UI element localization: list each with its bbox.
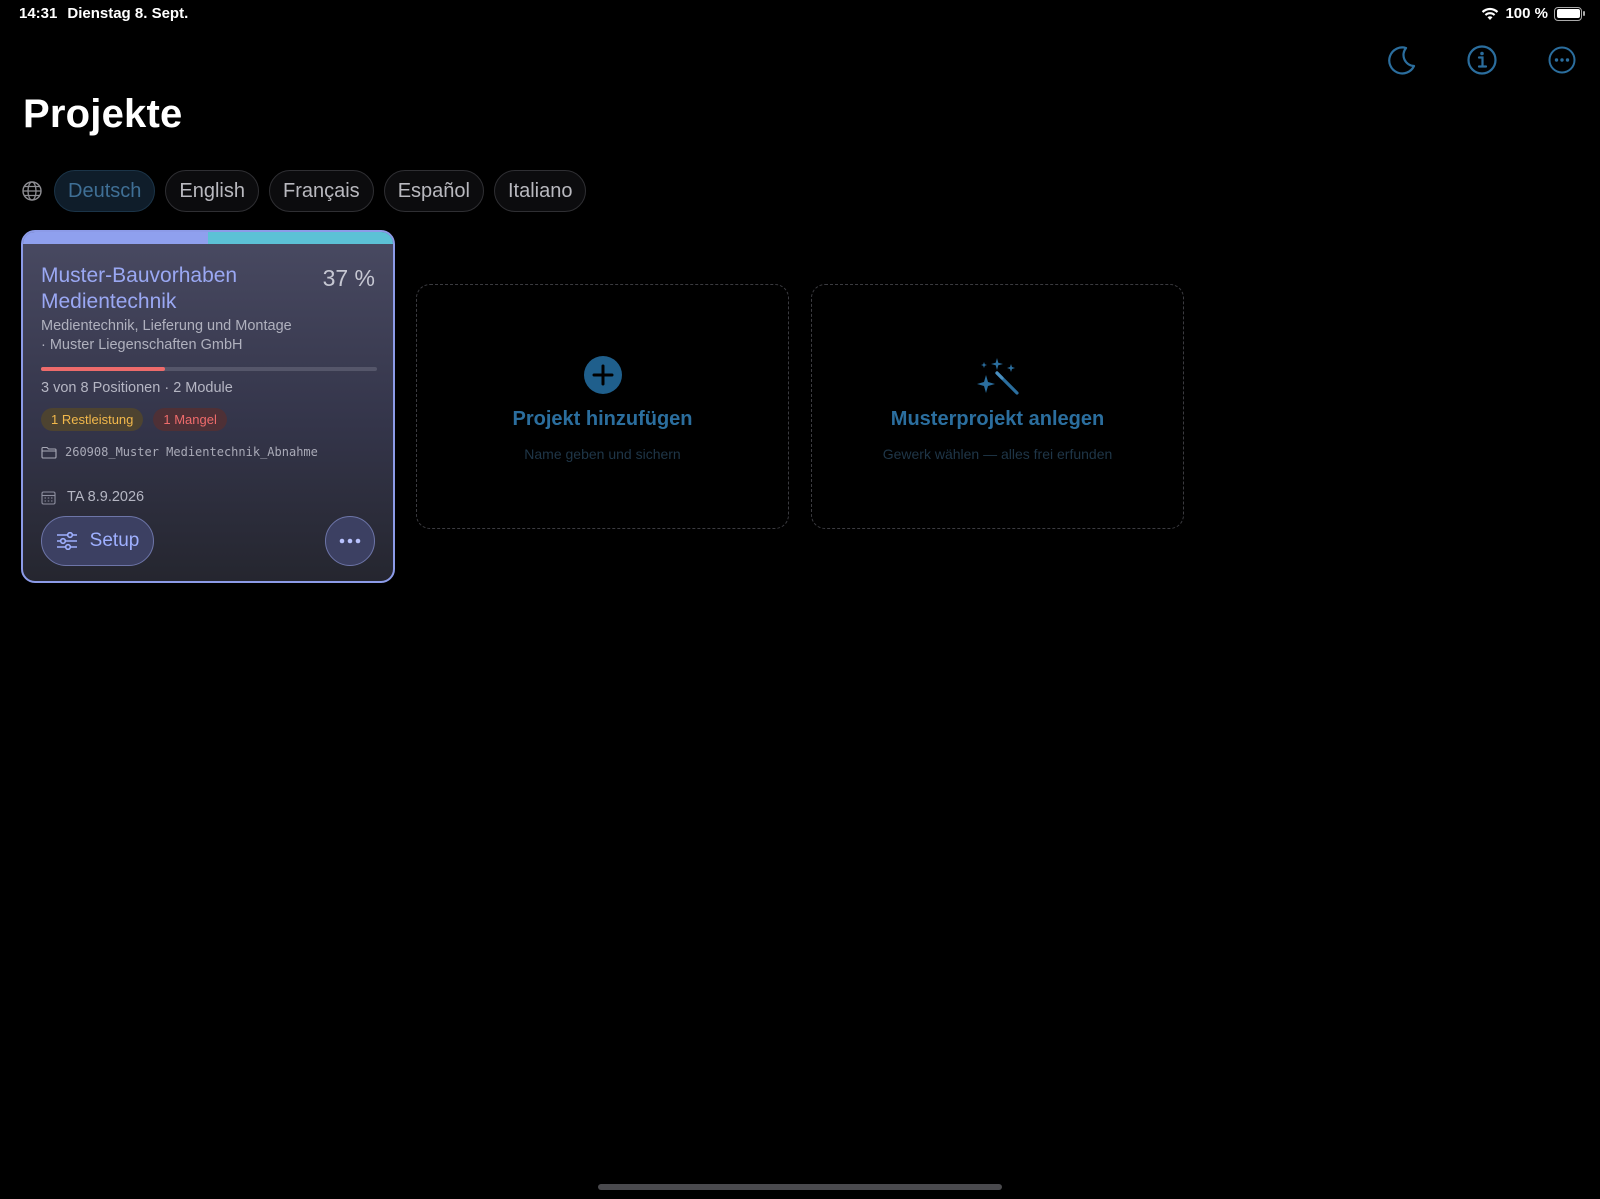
status-right: 100 % [1481,5,1585,22]
badge-mangel[interactable]: 1 Mangel [153,408,227,431]
project-more-button[interactable] [325,516,375,566]
project-progress-bar [41,367,377,371]
add-project-subtitle: Name geben und sichern [524,446,681,462]
project-subtitle-line2: · Muster Liegenschaften GmbH [41,337,243,353]
lang-chip-francais[interactable]: Français [268,170,374,212]
ellipsis-icon [339,538,361,544]
project-folder-name: 260908_Muster Medientechnik_Abnahme [65,445,318,459]
project-title: Muster-Bauvorhaben Medientechnik [41,264,238,313]
lang-chip-english[interactable]: English [165,170,259,212]
globe-icon [22,181,42,201]
battery-icon [1554,6,1585,21]
setup-button-label: Setup [89,530,140,551]
setup-button[interactable]: Setup [41,516,154,566]
project-progress-fill [41,367,166,371]
project-date: TA 8.9.2026 [41,489,144,505]
sliders-icon [56,532,77,550]
lang-chip-italiano[interactable]: Italiano [493,170,587,212]
status-time: 14:31 [19,5,58,22]
info-icon [1467,45,1497,75]
wifi-icon [1482,7,1499,20]
status-left: 14:31 Dienstag 8. Sept. [19,5,188,22]
status-bar: 14:31 Dienstag 8. Sept. 100 % [0,0,1600,28]
calendar-icon [41,490,56,505]
more-options-button[interactable] [1542,40,1582,80]
project-subtitle-line1: Medientechnik, Lieferung und Montage [41,318,292,334]
sample-project-title: Musterprojekt anlegen [890,408,1105,430]
project-stats: 3 von 8 Positionen · 2 Module [41,380,233,396]
sample-project-card[interactable]: Musterprojekt anlegen Gewerk wählen — al… [811,284,1184,529]
add-project-title: Projekt hinzufügen [512,408,693,430]
lang-chip-espanol[interactable]: Español [383,170,484,212]
add-project-card[interactable]: Projekt hinzufügen Name geben und sicher… [416,284,789,529]
more-icon [1548,46,1576,74]
folder-icon [41,446,57,459]
info-button[interactable] [1462,40,1502,80]
magic-wand-icon [976,358,1019,395]
badge-restleistung[interactable]: 1 Restleistung [41,408,144,431]
home-indicator[interactable] [598,1184,1002,1190]
project-folder: 260908_Muster Medientechnik_Abnahme [41,445,318,459]
page-title: Projekte [23,92,183,136]
sample-project-subtitle: Gewerk wählen — alles frei erfunden [882,446,1113,462]
project-date-text: TA 8.9.2026 [67,489,145,505]
plus-circle-icon [583,356,622,394]
project-percent: 37 % [322,265,375,291]
lang-chip-deutsch[interactable]: Deutsch [54,170,156,212]
language-selector: Deutsch English Français Español Italian… [21,170,587,212]
battery-percent: 100 % [1505,5,1548,22]
card-accent-bar [23,232,393,244]
moon-icon [1388,46,1416,75]
project-subtitle: Medientechnik, Lieferung und Montage · M… [41,317,341,355]
top-toolbar [1382,40,1582,80]
project-badges: 1 Restleistung 1 Mangel [41,408,227,431]
status-date: Dienstag 8. Sept. [67,5,189,22]
project-card[interactable]: Muster-Bauvorhaben Medientechnik 37 % Me… [21,230,395,583]
dark-mode-button[interactable] [1382,40,1422,80]
